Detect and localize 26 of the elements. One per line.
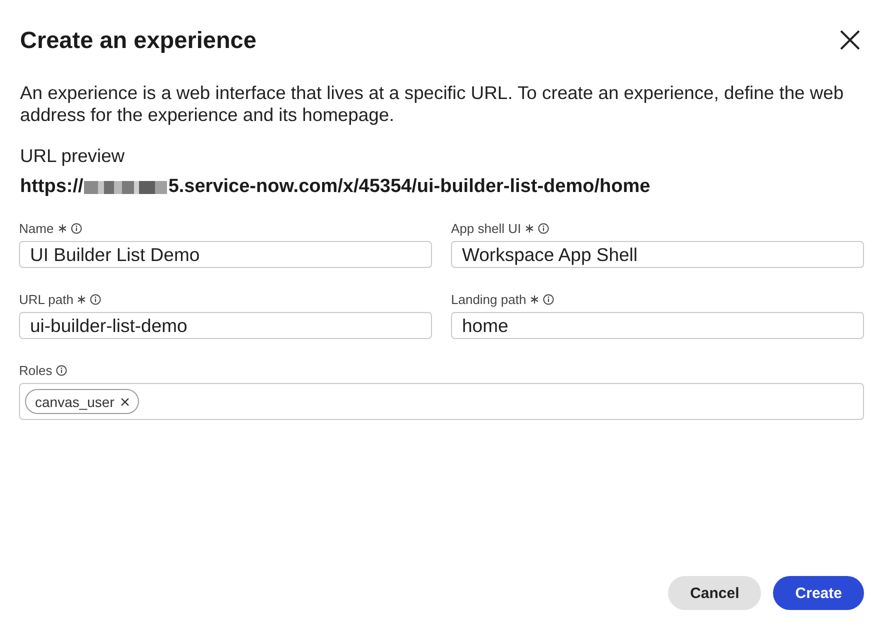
input-field[interactable]: home [451, 312, 864, 339]
dialog-title: Create an experience [20, 26, 256, 55]
create-button[interactable]: Create [773, 576, 864, 610]
url-preview-label: URL preview [20, 145, 126, 167]
input-field[interactable]: UI Builder List Demo [19, 241, 432, 268]
url-text: 5.service-now.com/x/45354/ui-builder-list-demo/home [168, 176, 650, 198]
role-chip[interactable]: canvas_user [25, 389, 140, 414]
input-field[interactable]: Workspace App Shell [451, 241, 864, 268]
field-label: App shell UI [451, 220, 522, 236]
close-icon [840, 30, 860, 50]
info-icon[interactable] [543, 294, 554, 304]
roles-field[interactable]: canvas_user [19, 383, 864, 420]
info-icon[interactable] [70, 222, 82, 234]
field-label: Name [19, 220, 54, 236]
description-text: An experience is a web interface that lives at a specific URL. To create an experience, define the web address for the experience and its homepage. [20, 82, 845, 126]
close-button[interactable] [840, 30, 860, 50]
url-text: https:// [20, 176, 84, 198]
remove-icon[interactable] [121, 398, 130, 406]
cancel-button[interactable]: Cancel [668, 576, 762, 610]
info-icon[interactable] [90, 294, 102, 304]
info-icon[interactable] [538, 222, 550, 234]
field-label: Landing path [451, 292, 526, 306]
info-icon[interactable] [56, 364, 68, 376]
input-field[interactable]: ui-builder-list-demo [19, 312, 432, 339]
field-label: URL path [19, 292, 74, 306]
field-label: Roles [19, 362, 52, 378]
